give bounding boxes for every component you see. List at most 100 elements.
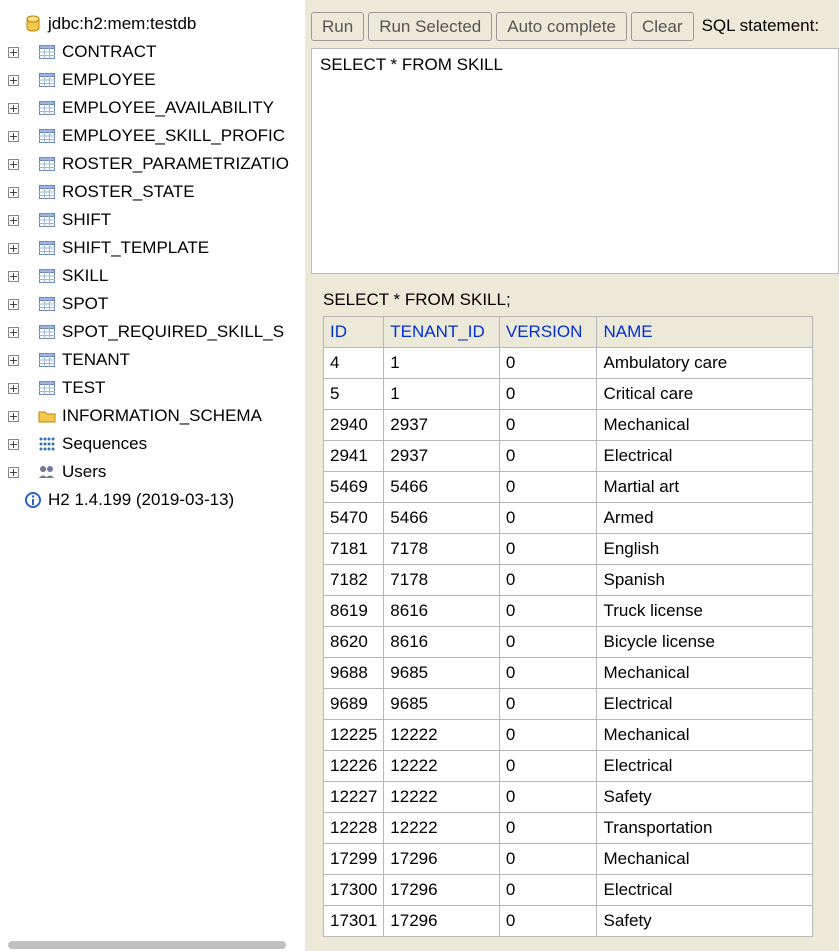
tree-info-schema[interactable]: INFORMATION_SCHEMA	[0, 402, 305, 430]
table-icon	[36, 101, 58, 115]
tree-table-item[interactable]: EMPLOYEE_SKILL_PROFIC	[0, 122, 305, 150]
sidebar-horizontal-scrollbar[interactable]	[0, 939, 305, 951]
table-row[interactable]: 17300172960Electrical	[324, 875, 813, 906]
sql-editor[interactable]	[311, 48, 839, 274]
tree-sequences[interactable]: Sequences	[0, 430, 305, 458]
expand-icon[interactable]	[8, 131, 22, 142]
expand-icon[interactable]	[8, 271, 22, 282]
tree-table-item[interactable]: ROSTER_STATE	[0, 178, 305, 206]
expand-icon[interactable]	[8, 47, 22, 58]
table-icon	[36, 157, 58, 171]
tree-table-label: ROSTER_STATE	[58, 182, 195, 202]
table-cell: Mechanical	[597, 844, 813, 875]
tree-table-item[interactable]: SKILL	[0, 262, 305, 290]
column-header[interactable]: ID	[324, 317, 384, 348]
table-cell: Armed	[597, 503, 813, 534]
expand-icon[interactable]	[8, 355, 22, 366]
table-row[interactable]: 968996850Electrical	[324, 689, 813, 720]
tree-table-item[interactable]: TENANT	[0, 346, 305, 374]
tree-table-label: SPOT_REQUIRED_SKILL_S	[58, 322, 284, 342]
table-cell: 12225	[324, 720, 384, 751]
tree-users[interactable]: Users	[0, 458, 305, 486]
column-header[interactable]: TENANT_ID	[384, 317, 500, 348]
table-cell: 4	[324, 348, 384, 379]
table-row[interactable]: 12226122220Electrical	[324, 751, 813, 782]
table-row[interactable]: 862086160Bicycle license	[324, 627, 813, 658]
run-button[interactable]: Run	[311, 12, 364, 41]
main-panel: Run Run Selected Auto complete Clear SQL…	[305, 0, 839, 951]
table-cell: 0	[499, 720, 597, 751]
expand-icon[interactable]	[8, 383, 22, 394]
tree-db-root[interactable]: jdbc:h2:mem:testdb	[0, 10, 305, 38]
expand-icon[interactable]	[8, 411, 22, 422]
tree-table-label: SKILL	[58, 266, 108, 286]
table-row[interactable]: 718171780English	[324, 534, 813, 565]
clear-button[interactable]: Clear	[631, 12, 694, 41]
sql-toolbar: Run Run Selected Auto complete Clear SQL…	[305, 10, 839, 42]
expand-icon[interactable]	[8, 215, 22, 226]
table-row[interactable]: 547054660Armed	[324, 503, 813, 534]
table-row[interactable]: 861986160Truck license	[324, 596, 813, 627]
table-row[interactable]: 546954660Martial art	[324, 472, 813, 503]
table-cell: 0	[499, 565, 597, 596]
table-cell: 0	[499, 875, 597, 906]
table-row[interactable]: 12225122220Mechanical	[324, 720, 813, 751]
expand-icon[interactable]	[8, 243, 22, 254]
column-header[interactable]: NAME	[597, 317, 813, 348]
table-row[interactable]: 968896850Mechanical	[324, 658, 813, 689]
table-cell: 5469	[324, 472, 384, 503]
expand-icon[interactable]	[8, 467, 22, 478]
table-row[interactable]: 12228122220Transportation	[324, 813, 813, 844]
table-cell: Electrical	[597, 689, 813, 720]
tree-table-label: SHIFT_TEMPLATE	[58, 238, 209, 258]
table-cell: 1	[384, 348, 500, 379]
table-cell: 0	[499, 534, 597, 565]
tree-table-item[interactable]: SPOT	[0, 290, 305, 318]
table-row[interactable]: 718271780Spanish	[324, 565, 813, 596]
table-cell: 9689	[324, 689, 384, 720]
table-cell: 17296	[384, 906, 500, 937]
table-row[interactable]: 294129370Electrical	[324, 441, 813, 472]
expand-icon[interactable]	[8, 327, 22, 338]
table-cell: Critical care	[597, 379, 813, 410]
run-selected-button[interactable]: Run Selected	[368, 12, 492, 41]
tree-table-item[interactable]: EMPLOYEE_AVAILABILITY	[0, 94, 305, 122]
table-cell: 2937	[384, 441, 500, 472]
table-cell: Ambulatory care	[597, 348, 813, 379]
table-cell: 0	[499, 844, 597, 875]
expand-icon[interactable]	[8, 159, 22, 170]
scrollbar-thumb[interactable]	[8, 941, 286, 949]
tree-table-item[interactable]: ROSTER_PARAMETRIZATIO	[0, 150, 305, 178]
table-cell: Mechanical	[597, 658, 813, 689]
table-icon	[36, 297, 58, 311]
table-cell: 2937	[384, 410, 500, 441]
column-header[interactable]: VERSION	[499, 317, 597, 348]
table-row[interactable]: 17299172960Mechanical	[324, 844, 813, 875]
tree-table-item[interactable]: SHIFT	[0, 206, 305, 234]
table-cell: 0	[499, 503, 597, 534]
tree-table-item[interactable]: TEST	[0, 374, 305, 402]
tree-table-item[interactable]: CONTRACT	[0, 38, 305, 66]
expand-icon[interactable]	[8, 299, 22, 310]
expand-icon[interactable]	[8, 75, 22, 86]
table-row[interactable]: 410Ambulatory care	[324, 348, 813, 379]
table-cell: 8619	[324, 596, 384, 627]
auto-complete-button[interactable]: Auto complete	[496, 12, 627, 41]
expand-icon[interactable]	[8, 439, 22, 450]
table-cell: 7178	[384, 565, 500, 596]
table-cell: 8620	[324, 627, 384, 658]
table-icon	[36, 269, 58, 283]
expand-icon[interactable]	[8, 103, 22, 114]
expand-icon[interactable]	[8, 187, 22, 198]
tree-table-item[interactable]: EMPLOYEE	[0, 66, 305, 94]
table-cell: Martial art	[597, 472, 813, 503]
table-row[interactable]: 510Critical care	[324, 379, 813, 410]
tree-table-item[interactable]: SPOT_REQUIRED_SKILL_S	[0, 318, 305, 346]
table-cell: 0	[499, 689, 597, 720]
tree-table-item[interactable]: SHIFT_TEMPLATE	[0, 234, 305, 262]
table-cell: 0	[499, 813, 597, 844]
table-row[interactable]: 12227122220Safety	[324, 782, 813, 813]
table-row[interactable]: 294029370Mechanical	[324, 410, 813, 441]
table-row[interactable]: 17301172960Safety	[324, 906, 813, 937]
table-cell: 7181	[324, 534, 384, 565]
